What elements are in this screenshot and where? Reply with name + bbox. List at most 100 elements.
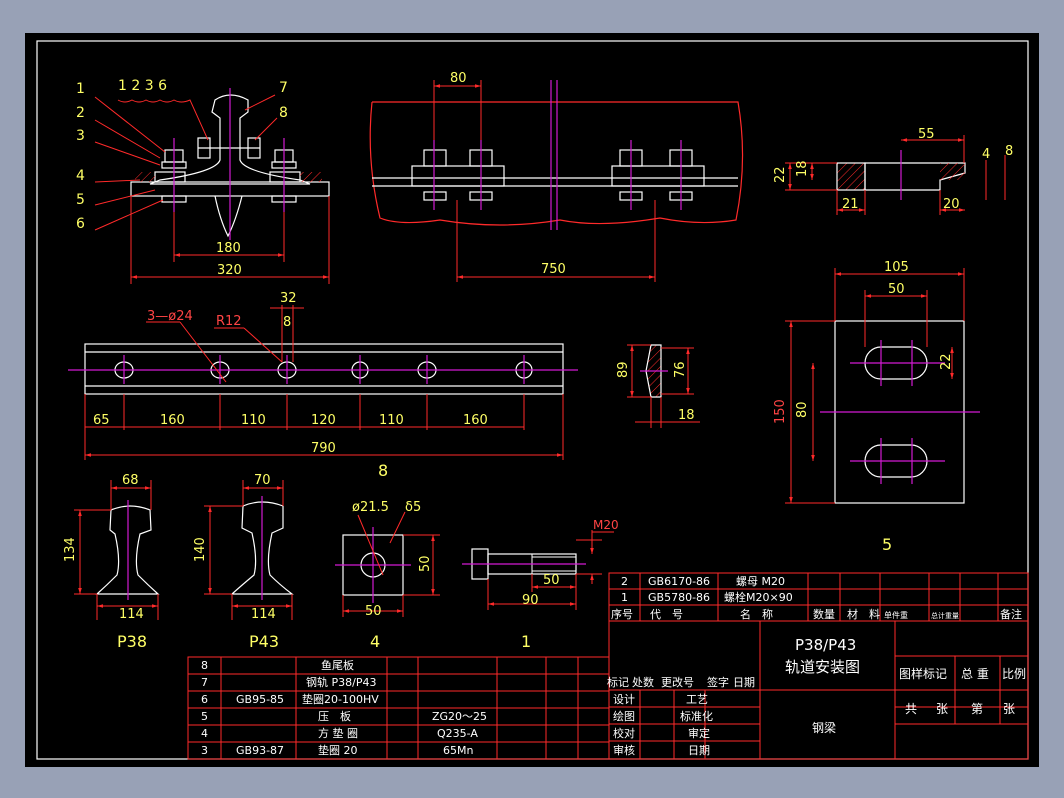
caption-p38: P38 — [117, 632, 147, 651]
p43-dim-height: 140 — [193, 537, 208, 562]
dim-4: 4 — [982, 147, 990, 162]
sheet-weight: 总 重 — [961, 667, 989, 681]
bom-h-mat: 材 料 — [847, 607, 880, 621]
leader-5: 5 — [76, 192, 85, 208]
bom-l-no-7: 7 — [201, 676, 208, 689]
bom-h-qty: 数量 — [813, 608, 835, 621]
rev-date: 日期 — [733, 676, 755, 689]
bom-l-no-3: 3 — [201, 744, 208, 757]
dim-105: 105 — [884, 260, 909, 275]
bom-l-name-8: 鱼尾板 — [321, 658, 354, 672]
leader-1: 1 — [76, 81, 85, 97]
bom-h-totwt: 总计重量 — [931, 611, 959, 620]
leader-6: 6 — [76, 216, 85, 232]
dim-80: 80 — [450, 71, 467, 86]
role2-date: 日期 — [688, 744, 710, 757]
caption-1: 1 — [521, 632, 531, 651]
leader-3: 3 — [76, 128, 85, 144]
bom-h-unitwt: 单件重 — [884, 610, 908, 620]
dim-750: 750 — [541, 262, 566, 277]
bom-l-code-3: GB93-87 — [236, 744, 284, 757]
bom-l-mat-4: Q235-A — [437, 727, 478, 740]
bom-h-name: 名 称 — [740, 607, 773, 621]
bom-h-no: 序号 — [611, 607, 633, 621]
dim-22-slot: 22 — [939, 353, 954, 370]
bom-r-no-2: 2 — [621, 575, 628, 588]
bom-l-no-6: 6 — [201, 693, 208, 706]
p38-dim-height: 134 — [63, 537, 78, 562]
bom-r-code-2: GB6170-86 — [648, 575, 710, 588]
dim-8: 8 — [1005, 144, 1013, 159]
dim-32: 32 — [280, 291, 297, 306]
dim-8-slot: 8 — [283, 315, 291, 330]
rev-mark: 标记 — [607, 675, 629, 689]
title-line2: 轨道安装图 — [785, 658, 860, 676]
role-review: 审核 — [613, 743, 635, 757]
bom-l-mat-3: 65Mn — [443, 744, 473, 757]
leader-8: 8 — [279, 105, 288, 121]
p43-dim-top: 70 — [254, 473, 271, 488]
dim-holes: 3—ø24 — [147, 309, 193, 324]
dim-55: 55 — [918, 127, 935, 142]
bolt-thread: M20 — [593, 518, 619, 532]
role2-process: 工艺 — [686, 693, 708, 706]
bom-l-name-6: 垫圈20-100HV — [302, 692, 379, 706]
bolt-len: 90 — [522, 593, 539, 608]
dim-18-section: 18 — [678, 408, 695, 423]
bom-r-no-1: 1 — [621, 591, 628, 604]
sheet-total: 共 — [905, 702, 917, 716]
material-cell: 钢梁 — [812, 720, 836, 735]
drawing-canvas: 1 2 3 4 5 6 7 8 1 2 3 6 180 320 80 750 5… — [25, 33, 1039, 767]
bom-h-note: 备注 — [1000, 607, 1022, 621]
washer-side: 50 — [418, 555, 433, 572]
bom-l-name-4: 方 垫 圈 — [318, 726, 358, 740]
bom-l-name-7: 钢轨 P38/P43 — [306, 675, 376, 689]
bom-h-code: 代 号 — [650, 608, 683, 621]
role-design: 设计 — [613, 693, 635, 706]
dim-790: 790 — [311, 441, 336, 456]
dim-320: 320 — [217, 263, 242, 278]
seg-65: 65 — [93, 413, 110, 428]
bom-l-code-6: GB95-85 — [236, 693, 284, 706]
seg-110a: 110 — [241, 413, 266, 428]
caption-8: 8 — [378, 461, 388, 480]
caption-5: 5 — [882, 535, 892, 554]
leader-top-note: 1 2 3 6 — [118, 78, 167, 94]
bom-l-no-4: 4 — [201, 727, 208, 740]
dim-89: 89 — [616, 361, 631, 378]
bom-l-mat-5: ZG20～25 — [432, 710, 487, 723]
role-draw: 绘图 — [613, 709, 635, 723]
dim-r12: R12 — [216, 314, 242, 329]
rev-count: 处数 — [632, 676, 654, 689]
p38-dim-top: 68 — [122, 473, 139, 488]
role2-approve: 审定 — [688, 726, 710, 740]
bom-r-name-1: 螺栓M20×90 — [724, 590, 793, 604]
title-line1: P38/P43 — [795, 636, 856, 654]
dim-18: 18 — [795, 160, 810, 177]
rev-sign: 签字 — [707, 675, 729, 689]
sheet-unit2: 张 — [1003, 702, 1015, 716]
seg-160a: 160 — [160, 413, 185, 428]
bom-r-name-2: 螺母 M20 — [736, 575, 785, 588]
dim-76: 76 — [673, 361, 688, 378]
p43-dim-base: 114 — [251, 607, 276, 622]
bom-l-name-5: 压 板 — [318, 709, 351, 723]
front-hatch-right — [300, 172, 322, 182]
p38-dim-base: 114 — [119, 607, 144, 622]
sheet-unit1: 张 — [936, 702, 948, 716]
dim-22: 22 — [773, 166, 788, 183]
dim-50-slot: 50 — [888, 282, 905, 297]
sheet-no: 第 — [971, 702, 983, 716]
seg-160b: 160 — [463, 413, 488, 428]
washer-hole: ø21.5 — [352, 500, 389, 515]
dim-20: 20 — [943, 197, 960, 212]
sheet-mark: 图样标记 — [899, 666, 947, 681]
washer-bottom: 50 — [365, 604, 382, 619]
washer-thick: δ5 — [405, 500, 421, 515]
dim-180: 180 — [216, 241, 241, 256]
sheet-scale: 比例 — [1002, 667, 1026, 681]
dim-80-plate: 80 — [795, 401, 810, 418]
leader-7: 7 — [279, 80, 288, 96]
bom-l-no-5: 5 — [201, 710, 208, 723]
bom-l-no-8: 8 — [201, 659, 208, 672]
